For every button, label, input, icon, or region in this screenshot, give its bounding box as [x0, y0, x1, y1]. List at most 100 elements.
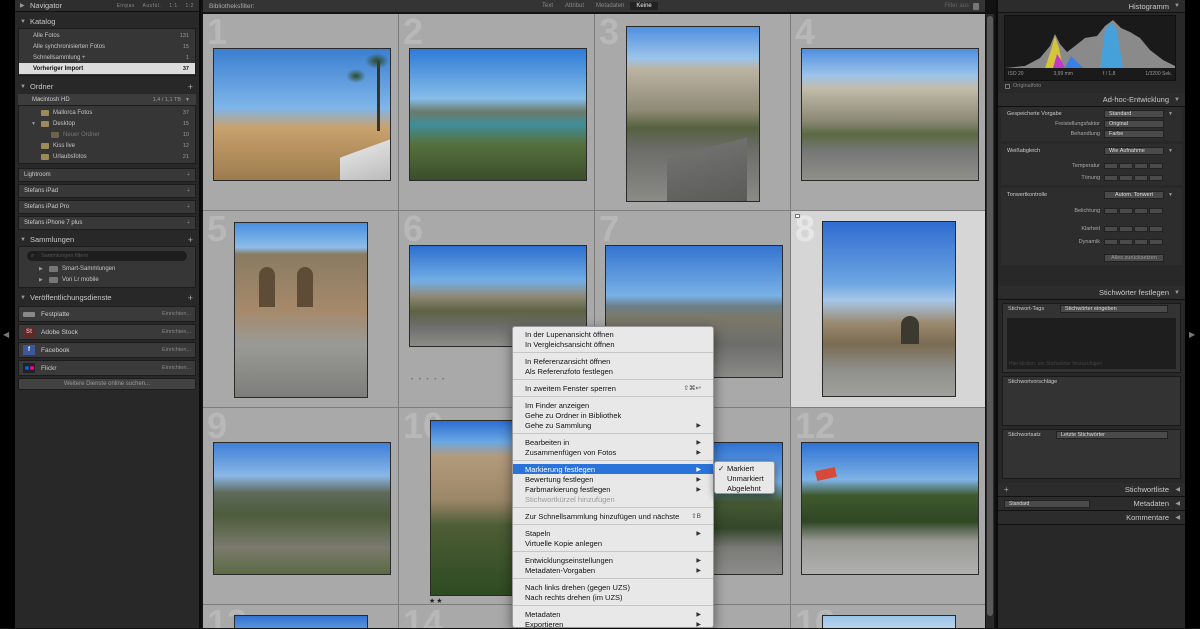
grid-cell[interactable]: 1 [203, 14, 399, 211]
navigator-zoom-options[interactable]: Einpas Ausfül. 1:1 1:2 [117, 3, 194, 9]
submenu-item-rejected[interactable]: Abgelehnt [715, 483, 774, 493]
collapse-left-icon[interactable]: ◀ [3, 330, 9, 339]
publish-adobe-stock[interactable]: St Adobe Stock Einrichten... [18, 324, 196, 340]
zoom-fit[interactable]: Einpas [117, 3, 135, 9]
setup-link[interactable]: Einrichten... [162, 311, 191, 317]
menu-item-submenu[interactable]: Gehe zu Sammlung ▶ [513, 420, 713, 430]
histogram-header[interactable]: Histogramm ▼ [998, 0, 1185, 13]
zoom-fill[interactable]: Ausfül. [143, 3, 162, 9]
rating-dots[interactable]: • • • • • [411, 377, 446, 383]
auto-tone-button[interactable]: Autom. Tonwert [1104, 191, 1164, 199]
source-ipad[interactable]: Stefans iPad + [18, 184, 196, 198]
add-service-icon[interactable]: + [188, 293, 193, 303]
folder-item[interactable]: ▼ Desktop 15 [19, 118, 195, 129]
menu-item-submenu[interactable]: Metadaten-Vorgaben ▶ [513, 565, 713, 575]
grid-cell[interactable]: 4 [791, 14, 985, 211]
catalog-item-synced[interactable]: Alle synchronisierten Fotos 15 [19, 41, 195, 52]
catalog-item-quick-collection[interactable]: Schnellsammlung + 1 [19, 52, 195, 63]
volume-macintosh-hd[interactable]: ▼ Macintosh HD 1,4 / 1,1 TB ▼ [18, 94, 196, 105]
publish-flickr[interactable]: Flickr Einrichten... [18, 360, 196, 376]
exposure-steppers[interactable] [1104, 208, 1163, 214]
filter-metadata[interactable]: Metadaten [590, 2, 630, 10]
collection-set-smart[interactable]: ▶ Smart-Sammlungen [19, 263, 195, 274]
photo-thumbnail-valley-serpentine[interactable] [213, 442, 391, 575]
menu-item[interactable]: Zur Schnellsammlung hinzufügen und nächs… [513, 511, 713, 521]
right-panel-edge[interactable]: ▶ [1185, 0, 1200, 628]
menu-item[interactable]: Virtuelle Kopie anlegen [513, 538, 713, 548]
photo-thumbnail-road-rocks[interactable] [626, 26, 760, 202]
grid-cell[interactable]: 16 [791, 605, 985, 628]
setup-link[interactable]: Einrichten... [162, 329, 191, 335]
crop-ratio-dropdown[interactable]: Original [1104, 120, 1164, 128]
catalog-item-all-photos[interactable]: Alle Fotos 131 [19, 30, 195, 41]
add-keyword-icon[interactable]: + [1004, 485, 1009, 494]
menu-item[interactable]: Im Finder anzeigen [513, 400, 713, 410]
keyword-list-header[interactable]: + Stichwortliste ◀ [998, 483, 1185, 497]
collapse-right-icon[interactable]: ▶ [1189, 330, 1195, 339]
submenu-item-flagged[interactable]: ✓ Markiert [715, 463, 774, 473]
collapse-triangle-icon[interactable]: ▼ [20, 84, 30, 90]
menu-item-submenu[interactable]: Metadaten ▶ [513, 609, 713, 619]
flag-icon[interactable] [795, 214, 800, 218]
menu-item[interactable]: In zweitem Fenster sperren ⇧⌘↩ [513, 383, 713, 393]
tint-steppers[interactable] [1104, 175, 1163, 181]
left-panel-edge[interactable]: ◀ [0, 0, 15, 628]
collections-search-input[interactable]: ⌕ Sammlungen filtern [27, 251, 187, 261]
menu-item-submenu[interactable]: Bearbeiten in ▶ [513, 437, 713, 447]
collapse-triangle-icon[interactable]: ▼ [20, 237, 30, 243]
menu-item-submenu[interactable]: Farbmarkierung festlegen ▶ [513, 484, 713, 494]
menu-item[interactable]: In der Lupenansicht öffnen [513, 329, 713, 339]
source-ipad-pro[interactable]: Stefans iPad Pro + [18, 200, 196, 214]
grid-cell[interactable]: 12 [791, 408, 985, 605]
add-icon[interactable]: + [187, 188, 190, 194]
photo-thumbnail[interactable] [234, 615, 368, 628]
treatment-dropdown[interactable]: Farbe [1104, 130, 1164, 138]
collapse-triangle-icon[interactable]: ▼ [20, 19, 30, 25]
photo-thumbnail-winding-road[interactable] [801, 48, 979, 181]
expand-triangle-icon[interactable]: ◀ [1175, 500, 1180, 507]
expand-triangle-icon[interactable]: ▼ [1168, 148, 1173, 154]
menu-item[interactable]: In Referenzansicht öffnen [513, 356, 713, 366]
star-rating[interactable]: ★★ [429, 597, 444, 604]
menu-item-submenu[interactable]: Bewertung festlegen ▶ [513, 474, 713, 484]
collection-set-lr-mobile[interactable]: ▶ Von Lr mobile [19, 274, 195, 285]
filter-off-toggle[interactable]: Filter aus [944, 3, 969, 9]
menu-item[interactable]: Nach rechts drehen (im UZS) [513, 592, 713, 602]
menu-item-submenu[interactable]: Stapeln ▶ [513, 528, 713, 538]
find-more-services-button[interactable]: Weitere Dienste online suchen... [18, 378, 196, 390]
menu-item-submenu[interactable]: Zusammenfügen von Fotos ▶ [513, 447, 713, 457]
expand-triangle-icon[interactable]: ▶ [20, 2, 30, 9]
photo-thumbnail-mountain-lake[interactable] [409, 48, 587, 181]
publish-facebook[interactable]: f Facebook Einrichten... [18, 342, 196, 358]
grid-cell[interactable]: 5 [203, 211, 399, 408]
photo-thumbnail-stone-bridge[interactable] [822, 221, 956, 397]
collapse-triangle-icon[interactable]: ▼ [1174, 97, 1180, 103]
photo-thumbnail-arch-bridge[interactable] [234, 222, 368, 398]
grid-cell[interactable]: 2 [399, 14, 595, 211]
collections-header[interactable]: ▼ Sammlungen + [15, 233, 199, 246]
keywording-header[interactable]: Stichwörter festlegen ▼ [998, 286, 1185, 300]
expand-triangle-icon[interactable]: ▶ [39, 277, 49, 283]
grid-cell[interactable]: 9 [203, 408, 399, 605]
keyword-tags-dropdown[interactable]: Stichwörter eingeben [1060, 305, 1168, 313]
photo-thumbnail[interactable] [822, 615, 956, 628]
source-iphone[interactable]: Stefans iPhone 7 plus + [18, 216, 196, 230]
comments-header[interactable]: Kommentare ◀ [998, 511, 1185, 525]
setup-link[interactable]: Einrichten... [162, 365, 191, 371]
setup-link[interactable]: Einrichten... [162, 347, 191, 353]
add-folder-icon[interactable]: + [188, 82, 193, 92]
collapse-triangle-icon[interactable]: ▼ [1174, 3, 1180, 9]
reset-all-button[interactable]: Alles zurücksetzen [1104, 254, 1164, 262]
disclosure-icon[interactable]: ▼ [31, 121, 41, 127]
checkbox[interactable] [1005, 83, 1010, 89]
vibrance-steppers[interactable] [1104, 239, 1163, 245]
disclosure-icon[interactable]: ▼ [37, 97, 42, 103]
collapse-triangle-icon[interactable]: ▼ [20, 295, 30, 301]
keyword-set-dropdown[interactable]: Letzte Stichwörter [1056, 431, 1168, 439]
grid-cell[interactable]: 13 [203, 605, 399, 628]
add-icon[interactable]: + [187, 220, 190, 226]
menu-item-set-flag[interactable]: Markierung festlegen ▶ [513, 464, 713, 474]
folder-item[interactable]: Urlaubsfotos 21 [19, 151, 195, 162]
saved-preset-dropdown[interactable]: Standard [1104, 110, 1164, 118]
filter-text[interactable]: Text [536, 2, 559, 10]
